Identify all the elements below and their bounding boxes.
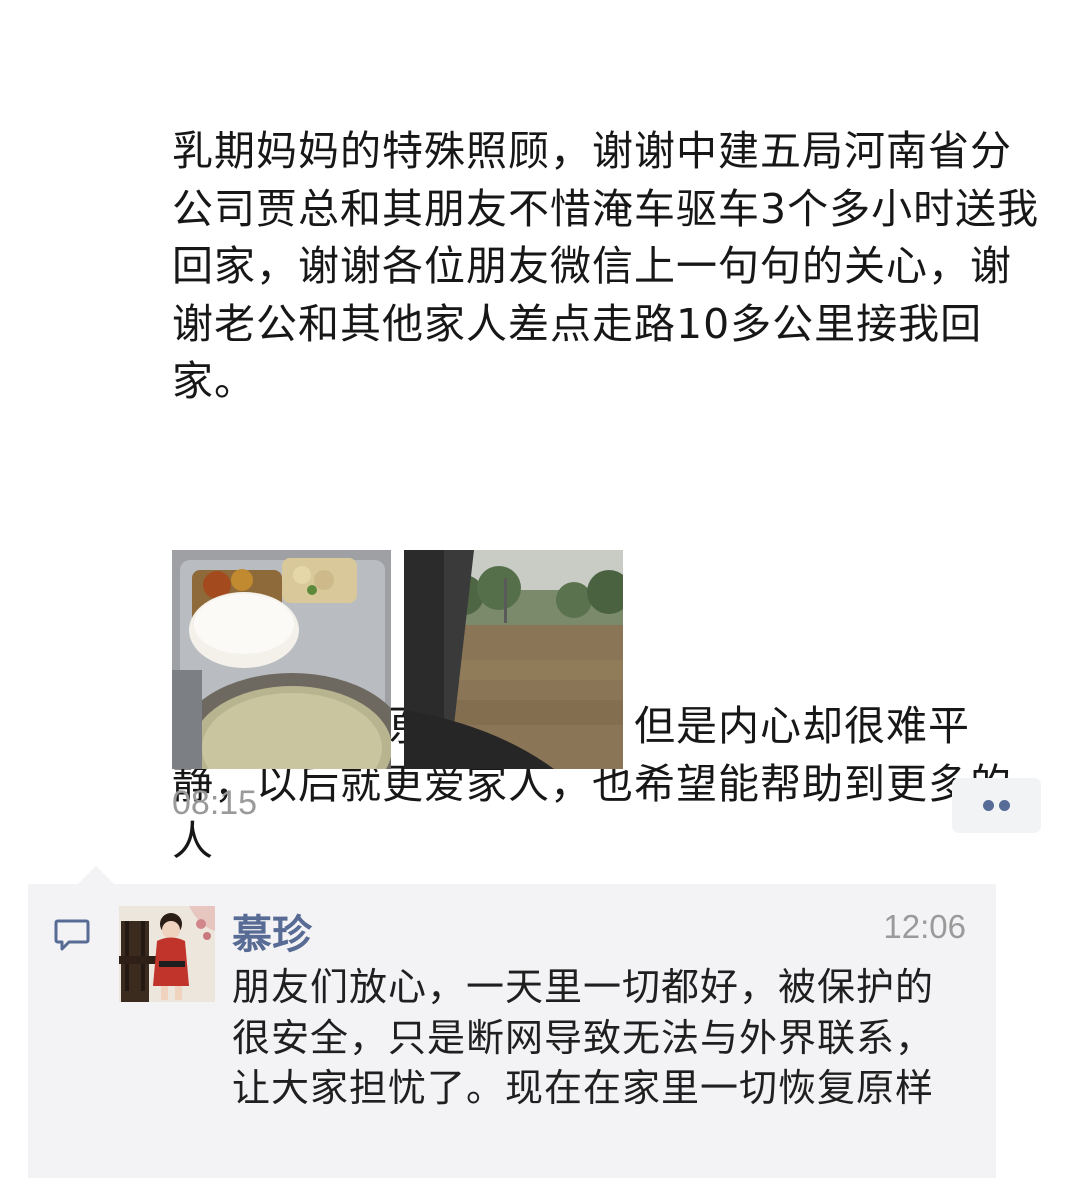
- panel-arrow: [78, 866, 114, 884]
- commenter-avatar[interactable]: [119, 906, 215, 1002]
- commenter-name[interactable]: 慕珍: [232, 902, 312, 960]
- flood-photo-icon: [404, 550, 623, 769]
- comment-text: 朋友们放心，一天里一切都好，被保护的很安全，只是断网导致无法与外界联系，让大家担…: [232, 965, 935, 1110]
- more-actions-button[interactable]: [952, 778, 1041, 833]
- comment-panel: 慕珍 12:06 朋友们放心，一天里一切都好，被保护的很安全，只是断网导致无法与…: [28, 866, 996, 1178]
- meal-photo-icon: [172, 550, 391, 769]
- more-dot-right-icon: [999, 800, 1010, 811]
- post-body: 乳期妈妈的特殊照顾，谢谢中建五局河南省分公司贾总和其朋友不惜淹车驱车3个多小时送…: [172, 8, 1042, 928]
- post-paragraph-1: 乳期妈妈的特殊照顾，谢谢中建五局河南省分公司贾总和其朋友不惜淹车驱车3个多小时送…: [172, 127, 1040, 405]
- comment-bubble-icon: [54, 919, 90, 951]
- comment-time: 12:06: [883, 908, 966, 945]
- avatar-photo-icon: [119, 906, 215, 1002]
- more-dot-left-icon: [983, 800, 994, 811]
- post-timestamp: 08:15: [172, 784, 258, 822]
- post-image-meal[interactable]: [172, 550, 391, 769]
- post-image-flood[interactable]: [404, 550, 623, 769]
